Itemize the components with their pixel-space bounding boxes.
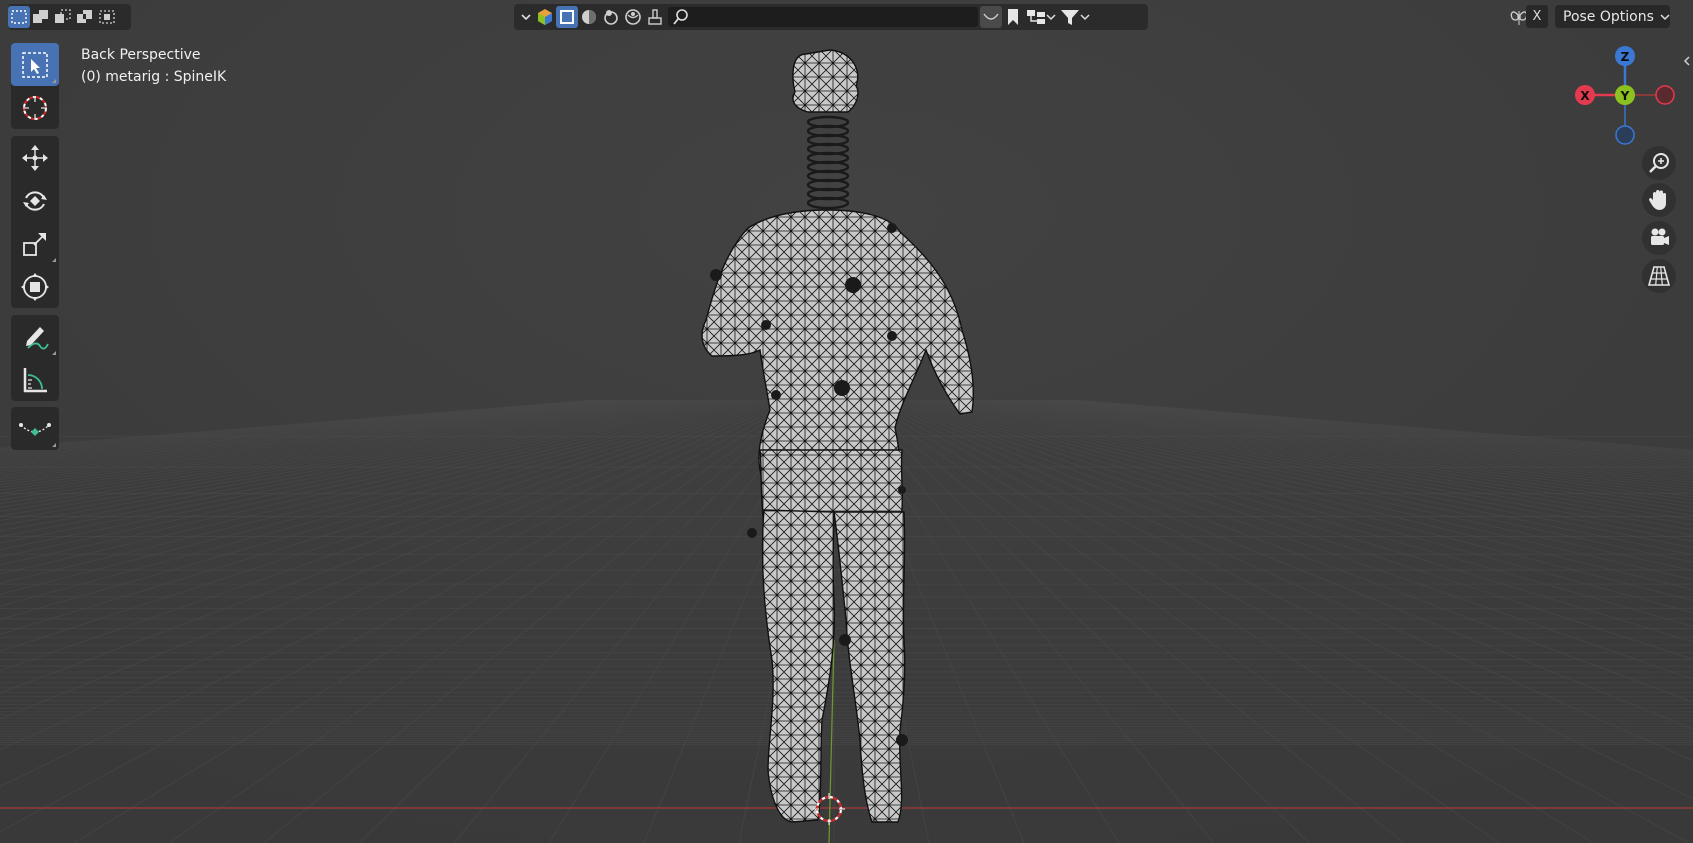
wireframe-shading-button[interactable] xyxy=(556,6,578,28)
selection-mode-group xyxy=(8,4,131,30)
scale-tool[interactable] xyxy=(11,222,59,265)
camera-view-button[interactable] xyxy=(1642,221,1676,255)
chevron-down-icon xyxy=(1046,14,1056,21)
curve-icon xyxy=(983,13,999,20)
zoom-button[interactable] xyxy=(1642,146,1676,180)
material-shading-button[interactable] xyxy=(600,6,622,28)
pose-options-label: Pose Options xyxy=(1563,8,1654,25)
viewport-info-overlay: Back Perspective (0) metarig : SpineIK xyxy=(81,44,226,88)
toolbar-annotate-group xyxy=(11,315,59,401)
x-mirror-label: X xyxy=(1532,9,1542,24)
solid-shading-button[interactable] xyxy=(578,6,600,28)
header-center-group xyxy=(514,4,1148,30)
rotate-icon xyxy=(23,190,47,211)
dropdown-chevron-icon xyxy=(521,14,531,21)
chevron-down-icon xyxy=(1660,13,1670,20)
scale-icon xyxy=(23,232,46,256)
annotate-icon xyxy=(26,326,49,349)
3d-viewport[interactable]: Z X Y xyxy=(0,0,1693,843)
gizmo-y-label: Y xyxy=(1620,89,1630,103)
select-invert-icon xyxy=(77,10,92,23)
cursor-tool[interactable] xyxy=(11,86,59,129)
zoom-icon xyxy=(1649,153,1669,173)
sidebar-expand-handle[interactable] xyxy=(1681,48,1693,74)
select-intersect-button[interactable] xyxy=(96,6,118,28)
move-icon xyxy=(22,144,48,171)
transform-icon xyxy=(21,272,49,301)
gizmo-z-label: Z xyxy=(1621,50,1630,64)
select-subtract-button[interactable] xyxy=(52,6,74,28)
material-shading-icon xyxy=(604,10,618,25)
view-name: Back Perspective xyxy=(81,47,201,63)
search-icon xyxy=(673,9,688,25)
hierarchy-icon xyxy=(1027,10,1045,24)
relax-icon xyxy=(19,422,51,436)
grid-perspective-icon xyxy=(1647,266,1671,286)
x-mirror-button[interactable]: X xyxy=(1526,5,1548,28)
select-intersect-icon xyxy=(99,10,115,24)
overlay-gizmo-toggle[interactable] xyxy=(534,6,556,28)
move-tool[interactable] xyxy=(11,136,59,179)
perspective-toggle-button[interactable] xyxy=(1642,259,1676,293)
filter-icon xyxy=(1061,10,1079,25)
paint-brush-icon xyxy=(648,9,662,25)
select-new-icon xyxy=(11,10,27,24)
solid-shading-icon xyxy=(582,10,596,24)
select-box-icon xyxy=(22,51,48,78)
measure-icon xyxy=(23,367,47,392)
rendered-shading-button[interactable] xyxy=(622,6,644,28)
select-subtract-icon xyxy=(55,9,71,23)
select-extend-button[interactable] xyxy=(30,6,52,28)
transform-tool[interactable] xyxy=(11,265,59,308)
search-input[interactable] xyxy=(668,7,978,27)
rotate-tool[interactable] xyxy=(11,179,59,222)
toolbar-transform-group xyxy=(11,136,59,308)
measure-tool[interactable] xyxy=(11,358,59,401)
bookmark-button[interactable] xyxy=(1002,6,1024,28)
annotate-tool[interactable] xyxy=(11,315,59,358)
view-options-dropdown[interactable] xyxy=(518,6,534,28)
select-extend-icon xyxy=(33,10,48,23)
gizmo-neg-x-axis xyxy=(1655,85,1675,105)
pan-hand-icon xyxy=(1649,190,1666,210)
overlay-gizmo-icon xyxy=(538,9,552,25)
paint-brush-button[interactable] xyxy=(644,6,666,28)
gizmo-neg-z-axis xyxy=(1615,125,1635,145)
chevron-down-icon xyxy=(1080,14,1090,21)
pose-options-dropdown[interactable]: Pose Options xyxy=(1555,5,1670,28)
camera-icon xyxy=(1651,228,1669,245)
hierarchy-dropdown[interactable] xyxy=(1024,6,1058,28)
active-object-info: (0) metarig : SpineIK xyxy=(81,69,227,85)
select-new-button[interactable] xyxy=(8,6,30,28)
rendered-shading-icon xyxy=(625,9,641,25)
toolbar-select-group xyxy=(11,43,59,129)
filter-dropdown[interactable] xyxy=(1058,6,1092,28)
curve-button[interactable] xyxy=(980,6,1002,28)
cursor-icon xyxy=(23,95,47,120)
select-box-tool[interactable] xyxy=(11,43,59,86)
pan-button[interactable] xyxy=(1642,183,1676,217)
gizmo-x-label: X xyxy=(1580,89,1590,103)
chevron-left-icon xyxy=(1683,56,1690,66)
toolbar-relax-group xyxy=(11,407,59,450)
select-invert-button[interactable] xyxy=(74,6,96,28)
wireframe-shading-icon xyxy=(560,10,574,24)
bookmark-icon xyxy=(1008,9,1018,25)
relax-pose-tool[interactable] xyxy=(11,407,59,450)
